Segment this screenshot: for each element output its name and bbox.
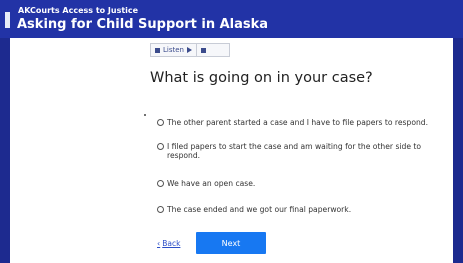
listen-toolbar: Listen [150,43,230,57]
play-icon [186,47,192,53]
option-started-case[interactable]: The other parent started a case and I ha… [157,118,447,127]
radio-button[interactable] [157,179,164,187]
app-header: AKCourts Access to Justice Asking for Ch… [0,0,463,38]
stop-button[interactable] [195,44,210,56]
listen-button[interactable]: Listen [151,44,196,56]
stop-icon [200,47,206,53]
option-case-ended[interactable]: The case ended and we got our final pape… [157,205,447,214]
radio-button[interactable] [157,142,164,150]
header-title: Asking for Child Support in Alaska [17,17,269,32]
option-label: I filed papers to start the case and am … [167,142,422,160]
speaker-icon [155,47,160,53]
option-filed-papers[interactable]: I filed papers to start the case and am … [157,142,447,160]
option-label: The other parent started a case and I ha… [167,118,429,127]
logo [5,12,10,28]
stray-dot [144,114,146,116]
chevron-left-icon: ‹ [157,239,161,248]
header-subtitle: AKCourts Access to Justice [18,6,139,15]
back-link[interactable]: ‹ Back [157,239,180,248]
option-label: We have an open case. [167,179,256,188]
listen-label: Listen [163,46,184,54]
option-label: The case ended and we got our final pape… [167,205,352,214]
next-button[interactable]: Next [196,232,266,254]
back-label: Back [162,239,181,248]
option-open-case[interactable]: We have an open case. [157,179,447,188]
radio-button[interactable] [157,118,164,126]
radio-button[interactable] [157,205,164,213]
question-heading: What is going on in your case? [150,70,373,86]
interview-card: Listen What is going on in your case? Th… [10,38,453,263]
